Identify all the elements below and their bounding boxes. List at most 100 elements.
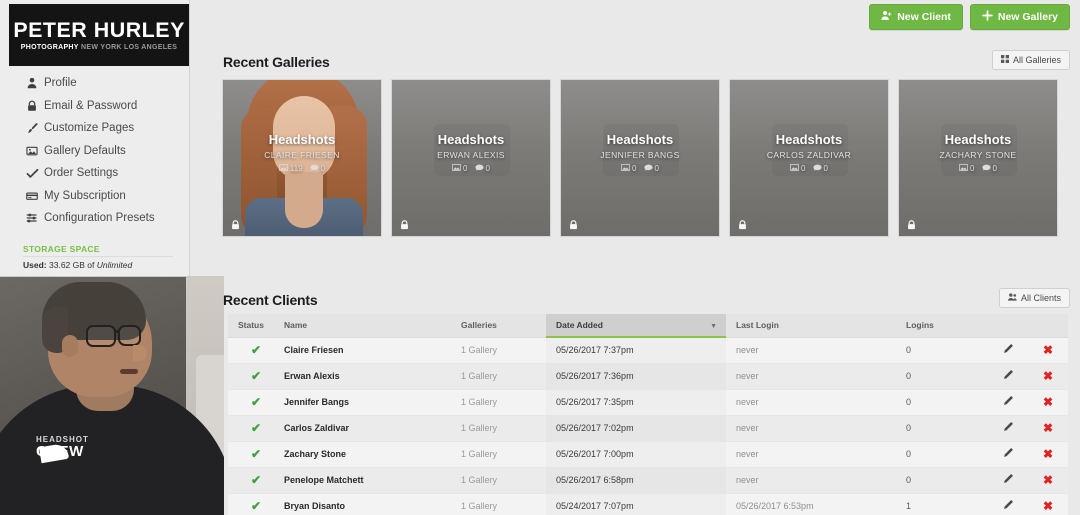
sidebar-item-label: Gallery Defaults (44, 145, 126, 157)
x-icon: ✖ (1043, 499, 1053, 513)
delete-client-button[interactable]: ✖ (1028, 467, 1068, 493)
all-galleries-button[interactable]: All Galleries (992, 50, 1070, 70)
gallery-card-overlay: Headshots ERWAN ALEXIS 0 0 (392, 132, 550, 173)
app-root: PETER HURLEY PHOTOGRAPHY NEW YORK LOS AN… (0, 0, 1080, 515)
gallery-card-image-count-value: 0 (801, 164, 805, 173)
gallery-card-client: ZACHARY STONE (940, 150, 1017, 160)
gallery-card[interactable]: Headshots ERWAN ALEXIS 0 0 (391, 79, 551, 237)
image-icon (26, 145, 43, 157)
delete-client-button[interactable]: ✖ (1028, 441, 1068, 467)
gallery-card-stats: 119 0 (279, 164, 325, 173)
sidebar-item-email-password[interactable]: Email & Password (0, 95, 190, 118)
brand-logo[interactable]: PETER HURLEY PHOTOGRAPHY NEW YORK LOS AN… (9, 4, 189, 66)
sidebar-item-profile[interactable]: Profile (0, 72, 190, 95)
edit-client-button[interactable] (988, 441, 1028, 467)
client-name[interactable]: Penelope Matchett (284, 467, 461, 493)
storage-limit-value: Unlimited (97, 260, 132, 270)
gallery-card-image-count-value: 0 (970, 164, 974, 173)
sidebar-item-customize-pages[interactable]: Customize Pages (0, 117, 190, 140)
comment-icon (310, 164, 319, 173)
client-logins: 0 (906, 467, 988, 493)
delete-client-button[interactable]: ✖ (1028, 363, 1068, 389)
client-logins: 0 (906, 415, 988, 441)
lock-icon (906, 218, 917, 230)
pencil-icon (1002, 343, 1014, 357)
table-row[interactable]: ✔ Carlos Zaldivar 1 Gallery 05/26/2017 7… (228, 415, 1068, 441)
column-header-status[interactable]: Status (228, 314, 284, 337)
gallery-card[interactable]: Headshots ZACHARY STONE 0 0 (898, 79, 1058, 237)
edit-client-button[interactable] (988, 415, 1028, 441)
column-header-date-added-label: Date Added (556, 320, 603, 330)
client-date-added: 05/26/2017 7:02pm (546, 415, 726, 441)
lock-icon (568, 218, 579, 230)
column-header-galleries[interactable]: Galleries (461, 314, 546, 337)
table-row[interactable]: ✔ Bryan Disanto 1 Gallery 05/24/2017 7:0… (228, 493, 1068, 515)
pencil-icon (1002, 499, 1014, 513)
client-name[interactable]: Jennifer Bangs (284, 389, 461, 415)
sidebar-item-label: Order Settings (44, 167, 118, 179)
comment-icon (644, 164, 653, 173)
delete-client-button[interactable]: ✖ (1028, 493, 1068, 515)
client-logins: 1 (906, 493, 988, 515)
client-date-added: 05/24/2017 7:07pm (546, 493, 726, 515)
lock-icon (399, 218, 410, 230)
brand-logo-tagline-bold: PHOTOGRAPHY (21, 44, 79, 51)
gallery-card-image-count-value: 119 (290, 164, 303, 173)
gallery-card-overlay: Headshots ZACHARY STONE 0 0 (899, 132, 1057, 173)
delete-client-button[interactable]: ✖ (1028, 337, 1068, 363)
column-header-last-login[interactable]: Last Login (726, 314, 906, 337)
column-header-date-added[interactable]: Date Added ▼ (546, 314, 726, 337)
clients-table-body: ✔ Claire Friesen 1 Gallery 05/26/2017 7:… (228, 337, 1068, 515)
webcam-person-glasses-right (118, 325, 141, 346)
gallery-card-client: JENNIFER BANGS (600, 150, 679, 160)
delete-client-button[interactable]: ✖ (1028, 415, 1068, 441)
gallery-card-comment-count-value: 0 (486, 164, 490, 173)
client-name[interactable]: Bryan Disanto (284, 493, 461, 515)
gallery-card-title: Headshots (945, 132, 1011, 147)
table-row[interactable]: ✔ Zachary Stone 1 Gallery 05/26/2017 7:0… (228, 441, 1068, 467)
clients-table-element: Status Name Galleries Date Added ▼ Last … (228, 314, 1068, 515)
table-row[interactable]: ✔ Claire Friesen 1 Gallery 05/26/2017 7:… (228, 337, 1068, 363)
edit-client-button[interactable] (988, 363, 1028, 389)
client-last-login: 05/26/2017 6:53pm (726, 493, 906, 515)
column-header-logins[interactable]: Logins (906, 314, 988, 337)
client-galleries: 1 Gallery (461, 337, 546, 363)
gallery-card[interactable]: Headshots CARLOS ZALDIVAR 0 0 (729, 79, 889, 237)
gallery-card-client: CLAIRE FRIESEN (264, 150, 340, 160)
status-check-icon: ✔ (251, 343, 261, 357)
pencil-icon (1002, 395, 1014, 409)
gallery-card-stats: 0 0 (621, 164, 659, 173)
gallery-card[interactable]: Headshots JENNIFER BANGS 0 0 (560, 79, 720, 237)
gallery-card-comment-count-value: 0 (321, 164, 325, 173)
recent-clients-table: Status Name Galleries Date Added ▼ Last … (228, 314, 1058, 515)
gallery-card[interactable]: Headshots CLAIRE FRIESEN 119 (222, 79, 382, 237)
lock-icon (737, 218, 748, 230)
status-check-icon: ✔ (251, 369, 261, 383)
table-row[interactable]: ✔ Jennifer Bangs 1 Gallery 05/26/2017 7:… (228, 389, 1068, 415)
sidebar-item-order-settings[interactable]: Order Settings (0, 162, 190, 185)
column-header-edit (988, 314, 1028, 337)
all-clients-button[interactable]: All Clients (999, 288, 1070, 308)
status-check-icon: ✔ (251, 395, 261, 409)
storage-of-label: of (87, 260, 94, 270)
delete-client-button[interactable]: ✖ (1028, 389, 1068, 415)
edit-client-button[interactable] (988, 389, 1028, 415)
edit-client-button[interactable] (988, 337, 1028, 363)
status-check-icon: ✔ (251, 499, 261, 513)
client-logins: 0 (906, 389, 988, 415)
brand-logo-tagline: PHOTOGRAPHY NEW YORK LOS ANGELES (21, 44, 178, 51)
edit-client-button[interactable] (988, 493, 1028, 515)
table-row[interactable]: ✔ Penelope Matchett 1 Gallery 05/26/2017… (228, 467, 1068, 493)
client-name[interactable]: Erwan Alexis (284, 363, 461, 389)
sidebar-item-configuration-presets[interactable]: Configuration Presets (0, 207, 190, 230)
gallery-card-title: Headshots (607, 132, 673, 147)
client-name[interactable]: Carlos Zaldivar (284, 415, 461, 441)
table-row[interactable]: ✔ Erwan Alexis 1 Gallery 05/26/2017 7:36… (228, 363, 1068, 389)
sidebar-item-gallery-defaults[interactable]: Gallery Defaults (0, 140, 190, 163)
client-name[interactable]: Claire Friesen (284, 337, 461, 363)
column-header-name[interactable]: Name (284, 314, 461, 337)
edit-client-button[interactable] (988, 467, 1028, 493)
status-check-icon: ✔ (251, 473, 261, 487)
client-name[interactable]: Zachary Stone (284, 441, 461, 467)
sidebar-item-my-subscription[interactable]: My Subscription (0, 185, 190, 208)
